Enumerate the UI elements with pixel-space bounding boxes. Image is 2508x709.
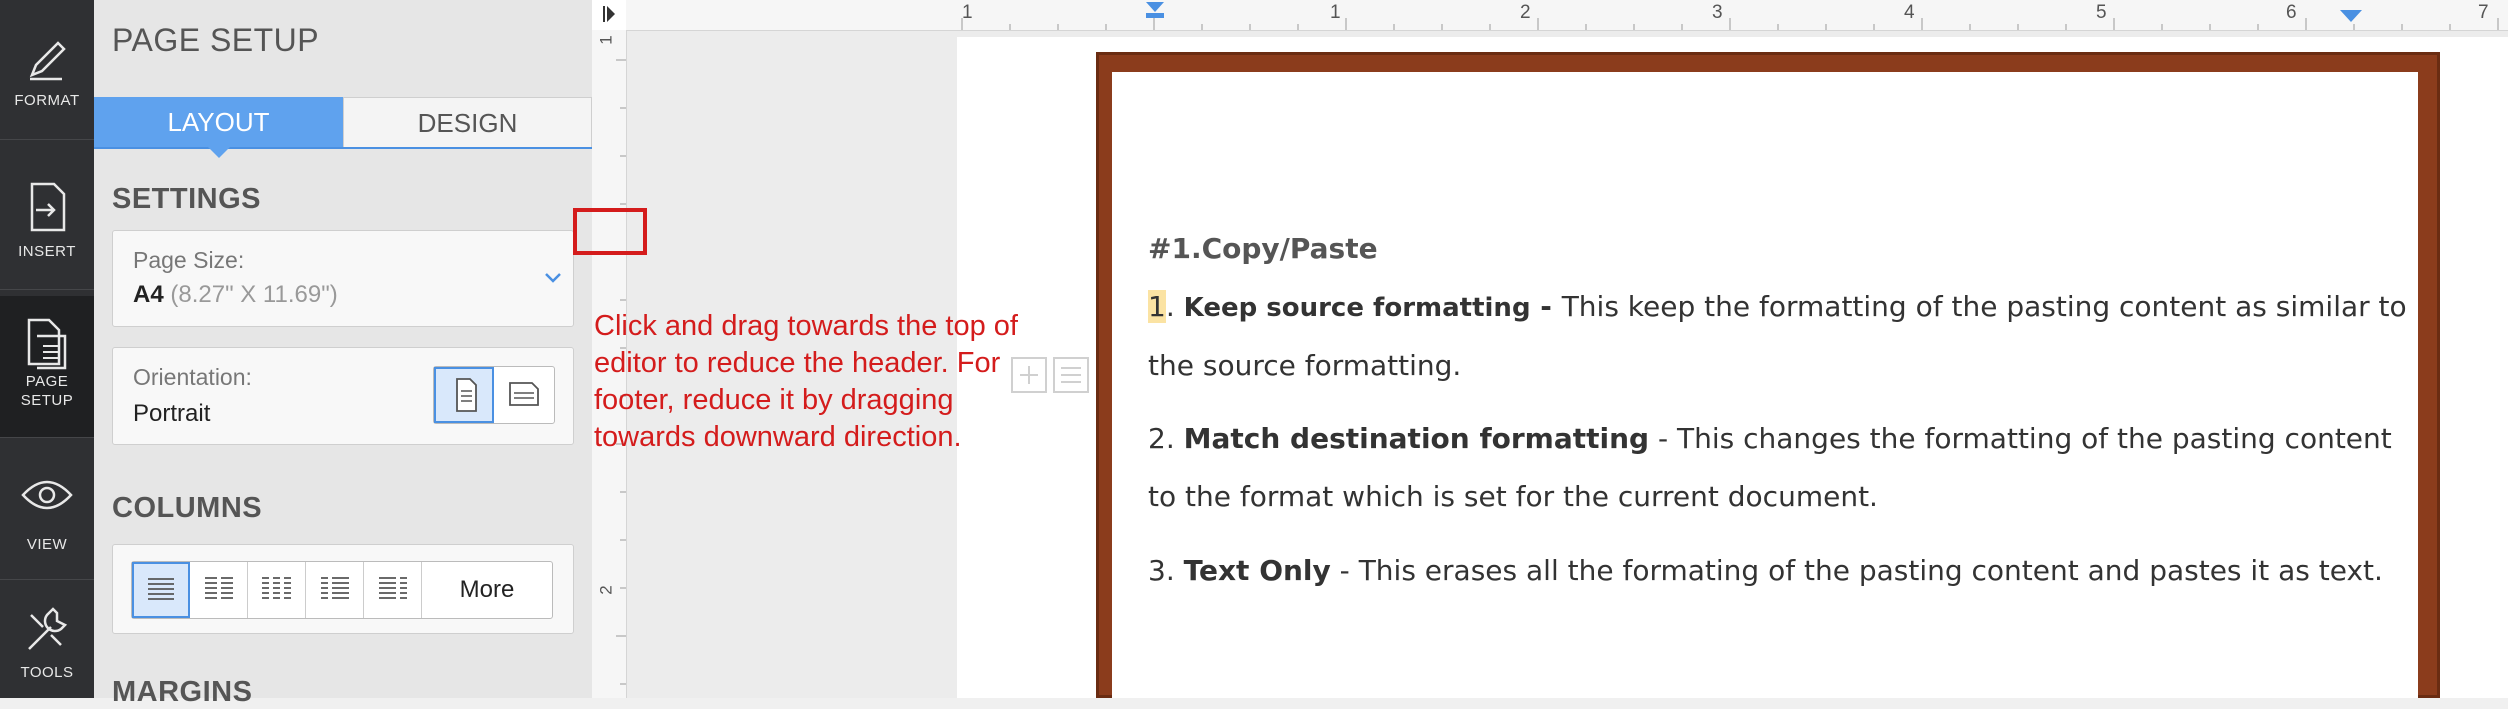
rail-tools-label: TOOLS <box>20 664 74 681</box>
doc-item-1: 1. Keep source formatting - This keep th… <box>1148 290 2407 323</box>
hruler-label: 4 <box>1904 2 1915 23</box>
doc-item-2-cont: to the format which is set for the curre… <box>1148 480 1878 513</box>
portrait-icon <box>456 378 477 412</box>
horizontal-ruler[interactable]: 1 1 2 3 4 5 6 7 <box>626 0 2508 31</box>
columns-buttons: More <box>131 561 553 619</box>
hruler-label: 1 <box>1330 2 1341 23</box>
rail-page-setup[interactable]: PAGE SETUP <box>0 296 94 438</box>
tools-icon <box>28 607 68 650</box>
portrait-button[interactable] <box>434 367 494 423</box>
columns-right-button[interactable] <box>364 562 422 618</box>
hruler-label: 3 <box>1712 2 1723 23</box>
paragraph-options-icon[interactable] <box>1052 356 1092 396</box>
panel-title: PAGE SETUP <box>112 22 320 58</box>
panel-tabs: LAYOUT DESIGN <box>94 97 592 149</box>
doc-item-desc: This keep the formatting of the pasting … <box>1561 290 2407 323</box>
doc-item-title: Text Only <box>1183 554 1331 587</box>
orientation-card: Orientation: Portrait <box>112 347 574 445</box>
vruler-label: 1 <box>596 35 616 45</box>
columns-more-button[interactable]: More <box>422 562 552 618</box>
ruler-toggle[interactable] <box>592 0 627 31</box>
rail-format-label: FORMAT <box>14 92 80 109</box>
hruler-label: 5 <box>2096 2 2107 23</box>
orientation-value: Portrait <box>133 400 211 427</box>
doc-item-dot: . <box>1165 290 1175 323</box>
doc-item-1-cont: the source formatting. <box>1148 349 1462 382</box>
tab-design[interactable]: DESIGN <box>343 97 592 147</box>
columns-two-button[interactable] <box>190 562 248 618</box>
three-column-icon <box>262 577 291 599</box>
columns-heading: COLUMNS <box>112 492 263 524</box>
horizontal-ruler-ticks <box>961 2 2499 30</box>
left-toolbar: FORMAT INSERT PAGE SETUP VIEW TOOLS <box>0 0 94 698</box>
ruler-collapse-icon <box>603 6 615 22</box>
page-size-value: A4 (8.27" X 11.69") <box>133 281 338 309</box>
landscape-icon <box>509 382 539 406</box>
rail-insert[interactable]: INSERT <box>0 150 94 290</box>
doc-item-sep: - <box>1649 422 1678 455</box>
one-column-icon <box>148 578 174 600</box>
columns-card: More <box>112 544 574 634</box>
rail-page-setup-label: PAGE SETUP <box>20 373 74 409</box>
rail-tools[interactable]: TOOLS <box>0 580 94 698</box>
columns-three-button[interactable] <box>248 562 306 618</box>
doc-item-sep: - <box>1530 290 1562 323</box>
hruler-label: 7 <box>2478 2 2489 23</box>
two-column-icon <box>205 577 233 599</box>
doc-item-desc: This changes the formatting of the pasti… <box>1677 422 2392 455</box>
tab-layout[interactable]: LAYOUT <box>94 97 343 147</box>
header-drag-highlight <box>573 208 647 255</box>
doc-item-title: Match destination formatting <box>1183 422 1650 455</box>
insert-icon <box>30 182 66 232</box>
columns-one-button[interactable] <box>132 562 190 618</box>
doc-item-desc: This erases all the formating of the pas… <box>1358 554 2383 587</box>
page-setup-icon <box>27 318 67 370</box>
doc-item-num: 1 <box>1148 290 1166 323</box>
page-size-dims: (8.27" X 11.69") <box>170 281 338 308</box>
page-size-select[interactable]: Page Size: A4 (8.27" X 11.69") <box>112 230 574 327</box>
page-content-area[interactable] <box>1112 72 2418 698</box>
orientation-buttons <box>433 366 555 424</box>
hruler-label: 1 <box>962 2 973 23</box>
chevron-down-icon <box>545 273 561 283</box>
doc-item-3: 3. Text Only - This erases all the forma… <box>1148 554 2383 587</box>
tab-active-pointer <box>207 146 231 158</box>
page-size-caption: Page Size: <box>133 247 245 273</box>
doc-item-title: Keep source formatting <box>1183 293 1531 323</box>
left-column-icon <box>321 577 349 599</box>
brush-icon <box>29 41 66 81</box>
rail-format[interactable]: FORMAT <box>0 0 94 140</box>
doc-item-2: 2. Match destination formatting - This c… <box>1148 422 2392 455</box>
doc-item-num: 3. <box>1148 554 1175 587</box>
hruler-label: 6 <box>2286 2 2297 23</box>
margins-heading: MARGINS <box>112 676 253 708</box>
vruler-label: 2 <box>596 585 616 595</box>
eye-icon <box>21 480 73 510</box>
right-column-icon <box>379 577 407 599</box>
hruler-label: 2 <box>1520 2 1531 23</box>
columns-left-button[interactable] <box>306 562 364 618</box>
doc-heading: #1.Copy/Paste <box>1148 232 1378 265</box>
rail-view[interactable]: VIEW <box>0 440 94 580</box>
rail-view-label: VIEW <box>26 536 68 553</box>
rail-insert-label: INSERT <box>18 243 76 260</box>
doc-item-sep: - <box>1330 554 1359 587</box>
settings-heading: SETTINGS <box>112 183 262 215</box>
page-setup-panel: PAGE SETUP LAYOUT DESIGN SETTINGS Page S… <box>94 0 593 708</box>
page-size-name: A4 <box>133 281 164 308</box>
tutorial-annotation: Click and drag towards the top of editor… <box>594 310 1018 453</box>
doc-item-num: 2. <box>1148 422 1175 455</box>
landscape-button[interactable] <box>494 367 554 423</box>
orientation-caption: Orientation: <box>133 364 252 390</box>
